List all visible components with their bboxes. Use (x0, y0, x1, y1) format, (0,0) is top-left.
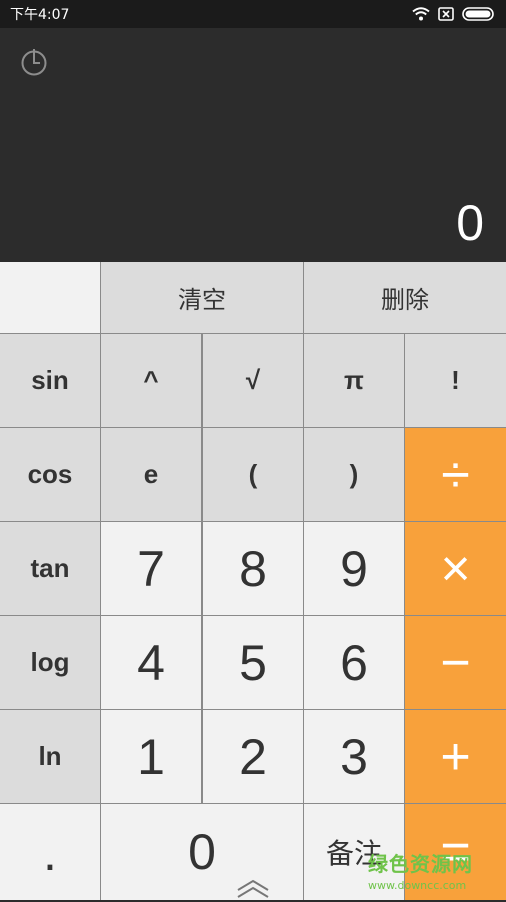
power-button[interactable]: ^ (101, 334, 201, 427)
status-time: 下午4:07 (10, 7, 70, 23)
log-label: log (30, 647, 70, 677)
pi-label: π (344, 365, 364, 395)
digit-0-label: 0 (188, 824, 216, 880)
tan-button[interactable]: tan (0, 522, 100, 615)
tan-label: tan (30, 553, 70, 583)
subtract-button[interactable]: − (405, 616, 506, 709)
factorial-button[interactable]: ! (405, 334, 506, 427)
digit-6-button[interactable]: 6 (304, 616, 404, 709)
status-icons (412, 7, 496, 21)
digit-0-button[interactable]: 0 (101, 804, 303, 900)
e-label: e (143, 459, 159, 489)
digit-2-button[interactable]: 2 (203, 710, 303, 803)
clear-button[interactable]: 清空 (101, 262, 303, 333)
watermark-url: www.downcc.com (368, 879, 467, 892)
keypad: 清空 删除 sin ^ √ π ! cos e ( ) ÷ tan 7 8 9 … (0, 262, 506, 900)
status-bar: 下午4:07 (0, 0, 506, 28)
right-paren-button[interactable]: ) (304, 428, 404, 521)
power-label: ^ (143, 365, 159, 395)
sqrt-button[interactable]: √ (203, 334, 303, 427)
sin-label: sin (31, 365, 69, 395)
digit-9-label: 9 (340, 540, 368, 597)
wifi-icon (412, 7, 430, 21)
factorial-label: ! (451, 365, 460, 395)
expand-chevron-icon[interactable] (236, 878, 270, 898)
digit-4-label: 4 (137, 634, 165, 691)
clear-label: 清空 (178, 286, 226, 314)
watermark-title: 绿色资源网 (368, 852, 473, 876)
digit-3-button[interactable]: 3 (304, 710, 404, 803)
ln-button[interactable]: ln (0, 710, 100, 803)
ln-label: ln (38, 741, 62, 771)
decimal-label: . (43, 825, 57, 881)
result-display: 0 (456, 195, 484, 251)
left-paren-label: ( (248, 459, 258, 489)
delete-button[interactable]: 删除 (304, 262, 506, 333)
add-label: + (440, 727, 471, 786)
battery-icon (462, 7, 496, 21)
digit-7-button[interactable]: 7 (101, 522, 201, 615)
display-area: 0 (0, 28, 506, 262)
sim-off-icon (438, 7, 454, 21)
digit-3-label: 3 (340, 728, 368, 785)
delete-label: 删除 (381, 286, 429, 314)
decimal-button[interactable]: . (0, 804, 100, 900)
pi-button[interactable]: π (304, 334, 404, 427)
history-icon[interactable] (18, 46, 50, 78)
digit-1-label: 1 (137, 728, 165, 785)
divide-label: ÷ (441, 445, 470, 504)
multiply-label: × (440, 539, 471, 598)
cos-label: cos (27, 459, 73, 489)
right-paren-label: ) (349, 459, 359, 489)
add-button[interactable]: + (405, 710, 506, 803)
cos-button[interactable]: cos (0, 428, 100, 521)
digit-9-button[interactable]: 9 (304, 522, 404, 615)
digit-8-button[interactable]: 8 (203, 522, 303, 615)
watermark: 绿色资源网 www.downcc.com (368, 848, 486, 892)
multiply-button[interactable]: × (405, 522, 506, 615)
sqrt-label: √ (245, 365, 261, 395)
digit-6-label: 6 (340, 634, 368, 691)
subtract-label: − (440, 633, 471, 692)
digit-2-label: 2 (239, 728, 267, 785)
digit-8-label: 8 (239, 540, 267, 597)
digit-7-label: 7 (137, 540, 165, 597)
sin-button[interactable]: sin (0, 334, 100, 427)
log-button[interactable]: log (0, 616, 100, 709)
digit-5-button[interactable]: 5 (203, 616, 303, 709)
digit-1-button[interactable]: 1 (101, 710, 201, 803)
e-button[interactable]: e (101, 428, 201, 521)
blank-key (0, 262, 100, 333)
digit-4-button[interactable]: 4 (101, 616, 201, 709)
digit-5-label: 5 (239, 634, 267, 691)
left-paren-button[interactable]: ( (203, 428, 303, 521)
divide-button[interactable]: ÷ (405, 428, 506, 521)
